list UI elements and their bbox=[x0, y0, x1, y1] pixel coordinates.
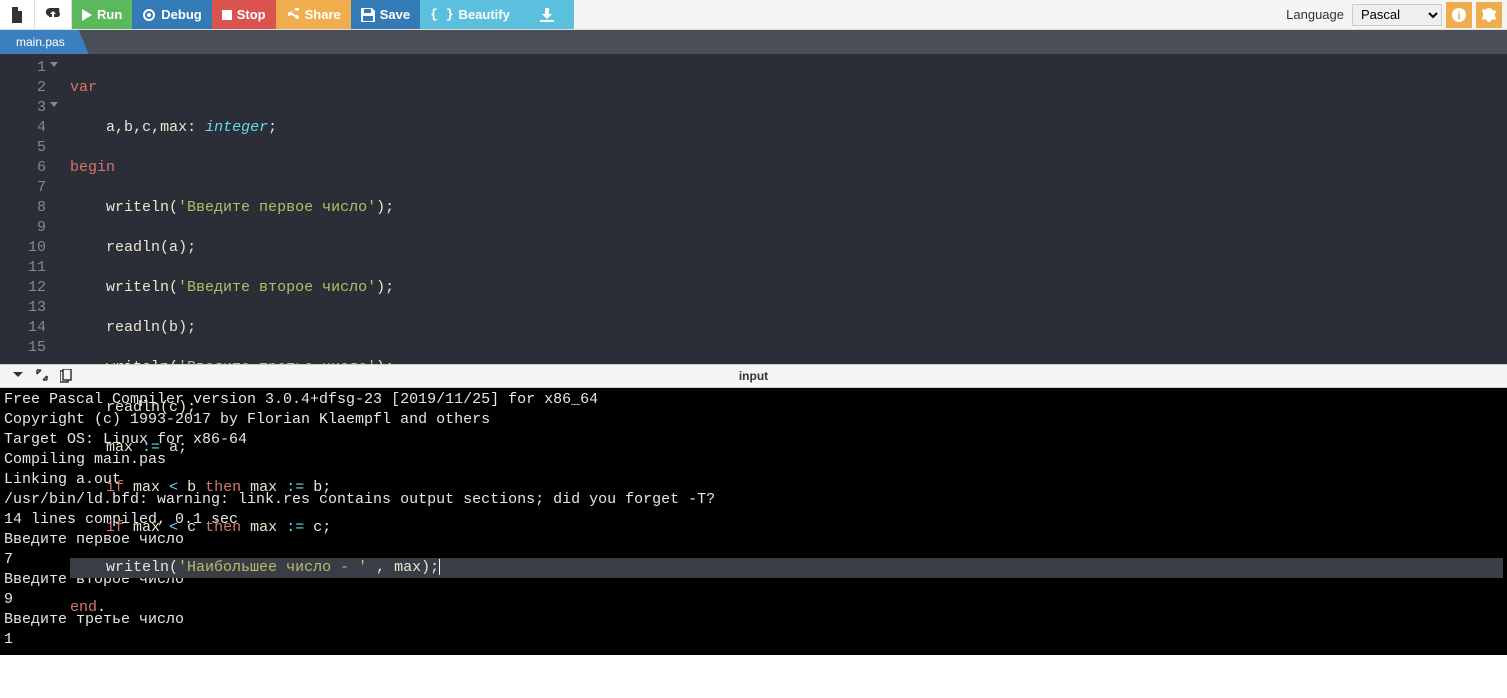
share-icon bbox=[286, 8, 300, 22]
cursor bbox=[439, 559, 440, 575]
stop-icon bbox=[222, 10, 232, 20]
new-file-button[interactable] bbox=[0, 0, 35, 29]
line-number: 9 bbox=[0, 218, 46, 238]
save-icon bbox=[361, 8, 375, 22]
line-number: 15 bbox=[0, 338, 46, 358]
run-button[interactable]: Run bbox=[72, 0, 132, 29]
copy-button[interactable] bbox=[60, 369, 72, 383]
language-select[interactable]: Pascal bbox=[1352, 4, 1442, 26]
line-number: 11 bbox=[0, 258, 46, 278]
collapse-button[interactable] bbox=[12, 369, 24, 383]
line-number: 2 bbox=[0, 78, 46, 98]
code-line: if max < c then max := c; bbox=[70, 518, 1503, 538]
line-number: 3 bbox=[0, 98, 46, 118]
debug-button[interactable]: Debug bbox=[132, 0, 211, 29]
code-line: end. bbox=[70, 598, 1503, 618]
code-line: readln(c); bbox=[70, 398, 1503, 418]
expand-icon bbox=[36, 369, 48, 381]
share-button[interactable]: Share bbox=[276, 0, 351, 29]
line-number: 13 bbox=[0, 298, 46, 318]
line-number: 5 bbox=[0, 138, 46, 158]
stop-button[interactable]: Stop bbox=[212, 0, 276, 29]
save-button[interactable]: Save bbox=[351, 0, 420, 29]
toolbar-right: Language Pascal i bbox=[1286, 0, 1507, 29]
gutter: 1 2 3 4 5 6 7 8 9 10 11 12 13 14 15 bbox=[0, 54, 54, 364]
share-label: Share bbox=[305, 7, 341, 22]
download-icon bbox=[540, 8, 554, 22]
svg-text:i: i bbox=[1457, 10, 1460, 22]
splitter-bar[interactable]: input bbox=[0, 364, 1507, 388]
save-label: Save bbox=[380, 7, 410, 22]
input-label: input bbox=[739, 369, 768, 383]
line-number: 14 bbox=[0, 318, 46, 338]
line-number: 7 bbox=[0, 178, 46, 198]
line-number: 10 bbox=[0, 238, 46, 258]
code-line: max := a; bbox=[70, 438, 1503, 458]
code-line: a,b,c,max: integer; bbox=[70, 118, 1503, 138]
code-line bbox=[70, 638, 1503, 658]
splitter-controls bbox=[0, 369, 72, 383]
code-line: writeln('Введите второе число'); bbox=[70, 278, 1503, 298]
code-line: if max < b then max := b; bbox=[70, 478, 1503, 498]
gear-icon bbox=[1482, 8, 1496, 22]
line-number: 6 bbox=[0, 158, 46, 178]
beautify-button[interactable]: { } Beautify bbox=[420, 0, 520, 29]
download-button[interactable] bbox=[520, 0, 574, 29]
file-tab-label: main.pas bbox=[16, 35, 65, 49]
info-button[interactable]: i bbox=[1446, 2, 1472, 28]
play-icon bbox=[82, 9, 92, 21]
code-line: readln(a); bbox=[70, 238, 1503, 258]
file-icon bbox=[10, 7, 24, 23]
file-tab[interactable]: main.pas bbox=[0, 30, 89, 54]
stop-label: Stop bbox=[237, 7, 266, 22]
line-number: 4 bbox=[0, 118, 46, 138]
line-number: 1 bbox=[0, 58, 46, 78]
toolbar: Run Debug Stop Share Save { } Beautify L… bbox=[0, 0, 1507, 30]
line-number: 8 bbox=[0, 198, 46, 218]
settings-button[interactable] bbox=[1476, 2, 1502, 28]
run-label: Run bbox=[97, 7, 122, 22]
code-line: readln(b); bbox=[70, 318, 1503, 338]
braces-icon: { } bbox=[430, 7, 453, 22]
code-line: writeln('Наибольшее число - ' , max); bbox=[70, 558, 1503, 578]
code-line: writeln('Введите первое число'); bbox=[70, 198, 1503, 218]
copy-icon bbox=[60, 369, 72, 383]
line-number: 12 bbox=[0, 278, 46, 298]
beautify-label: Beautify bbox=[459, 7, 510, 22]
tabbar: main.pas bbox=[0, 30, 1507, 54]
language-label: Language bbox=[1286, 7, 1344, 22]
upload-button[interactable] bbox=[35, 0, 72, 29]
code-line: var bbox=[70, 78, 1503, 98]
chevron-down-icon bbox=[12, 369, 24, 381]
code-area[interactable]: var a,b,c,max: integer; begin writeln('В… bbox=[54, 54, 1507, 364]
bug-icon bbox=[142, 8, 156, 22]
code-editor[interactable]: 1 2 3 4 5 6 7 8 9 10 11 12 13 14 15 var … bbox=[0, 54, 1507, 364]
code-line: begin bbox=[70, 158, 1503, 178]
upload-icon bbox=[45, 8, 61, 22]
info-icon: i bbox=[1452, 8, 1466, 22]
expand-button[interactable] bbox=[36, 369, 48, 383]
toolbar-spacer bbox=[574, 0, 1286, 29]
debug-label: Debug bbox=[161, 7, 201, 22]
